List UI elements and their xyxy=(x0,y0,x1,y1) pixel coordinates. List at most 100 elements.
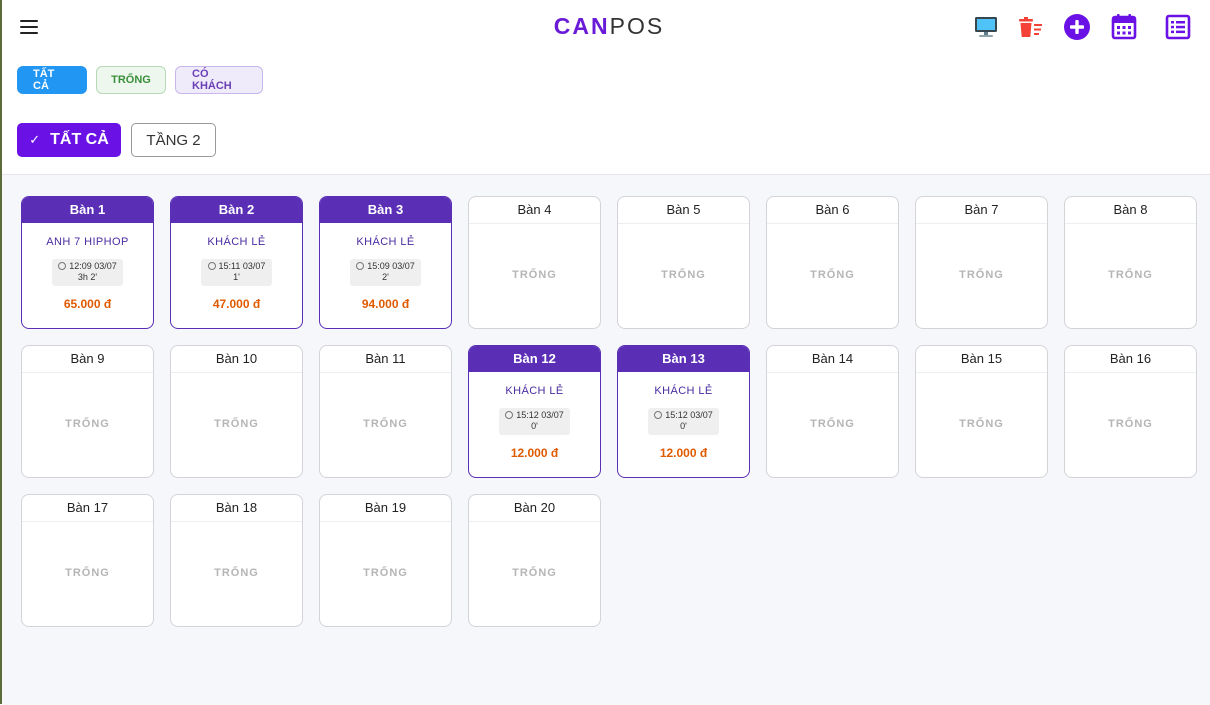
check-icon: ✓ xyxy=(29,132,41,147)
table-card[interactable]: Bàn 10 TRỐNG xyxy=(170,345,303,478)
empty-status: TRỐNG xyxy=(65,418,110,430)
check-in-time: 12:09 03/07 xyxy=(69,261,117,271)
floor-tab-all-label: TẤT CẢ xyxy=(50,131,109,148)
empty-status: TRỐNG xyxy=(512,567,557,579)
table-name: Bàn 16 xyxy=(1065,346,1196,373)
table-name: Bàn 19 xyxy=(320,495,451,522)
add-circle-icon[interactable] xyxy=(1062,12,1092,42)
empty-status: TRỐNG xyxy=(65,567,110,579)
guest-name: ANH 7 HIPHOP xyxy=(46,236,129,248)
list-icon[interactable] xyxy=(1163,12,1193,42)
table-card[interactable]: Bàn 1 ANH 7 HIPHOP 12:09 03/07 3h 2' 65.000 … xyxy=(21,196,154,329)
guest-name: KHÁCH LẺ xyxy=(505,385,564,397)
check-in-time: 15:11 03/07 xyxy=(218,261,266,271)
empty-status: TRỐNG xyxy=(214,418,259,430)
duration: 0' xyxy=(680,421,687,431)
table-name: Bàn 11 xyxy=(320,346,451,373)
empty-status: TRỐNG xyxy=(810,418,855,430)
table-name: Bàn 4 xyxy=(469,197,600,224)
empty-status: TRỐNG xyxy=(661,269,706,281)
table-amount: 47.000 đ xyxy=(212,297,261,311)
table-card[interactable]: Bàn 16 TRỐNG xyxy=(1064,345,1197,478)
time-badge: 12:09 03/07 3h 2' xyxy=(52,259,123,286)
table-amount: 94.000 đ xyxy=(361,297,410,311)
empty-status: TRỐNG xyxy=(214,567,259,579)
table-card[interactable]: Bàn 17 TRỐNG xyxy=(21,494,154,627)
table-card[interactable]: Bàn 11 TRỐNG xyxy=(319,345,452,478)
time-badge: 15:12 03/07 0' xyxy=(648,408,719,435)
clock-icon xyxy=(505,411,514,419)
table-card[interactable]: Bàn 13 KHÁCH LẺ 15:12 03/07 0' 12.000 đ xyxy=(617,345,750,478)
table-card[interactable]: Bàn 9 TRỐNG xyxy=(21,345,154,478)
table-name: Bàn 17 xyxy=(22,495,153,522)
app-header: CANPOS xyxy=(0,0,1210,54)
table-card[interactable]: Bàn 2 KHÁCH LẺ 15:11 03/07 1' 47.000 đ xyxy=(170,196,303,329)
clock-icon xyxy=(207,262,216,270)
empty-status: TRỐNG xyxy=(959,418,1004,430)
table-name: Bàn 14 xyxy=(767,346,898,373)
table-card[interactable]: Bàn 7 TRỐNG xyxy=(915,196,1048,329)
filter-occupied-button[interactable]: CÓ KHÁCH xyxy=(175,66,263,94)
table-name: Bàn 8 xyxy=(1065,197,1196,224)
logo-part-pos: POS xyxy=(609,13,665,39)
check-in-time: 15:09 03/07 xyxy=(367,261,415,271)
clock-icon xyxy=(654,411,663,419)
table-amount: 12.000 đ xyxy=(510,446,559,460)
empty-status: TRỐNG xyxy=(512,269,557,281)
duration: 2' xyxy=(382,272,389,282)
table-card[interactable]: Bàn 5 TRỐNG xyxy=(617,196,750,329)
table-name: Bàn 12 xyxy=(469,346,600,372)
duration: 0' xyxy=(531,421,538,431)
empty-status: TRỐNG xyxy=(810,269,855,281)
guest-name: KHÁCH LẺ xyxy=(356,236,415,248)
trash-list-icon[interactable] xyxy=(1015,12,1045,42)
table-name: Bàn 6 xyxy=(767,197,898,224)
time-badge: 15:11 03/07 1' xyxy=(201,259,272,286)
floor-tab-2[interactable]: TẦNG 2 xyxy=(131,123,216,157)
empty-status: TRỐNG xyxy=(1108,418,1153,430)
duration: 3h 2' xyxy=(77,272,98,282)
table-name: Bàn 7 xyxy=(916,197,1047,224)
time-badge: 15:09 03/07 2' xyxy=(350,259,421,286)
empty-status: TRỐNG xyxy=(959,269,1004,281)
empty-status: TRỐNG xyxy=(363,567,408,579)
table-name: Bàn 2 xyxy=(171,197,302,223)
check-in-time: 15:12 03/07 xyxy=(516,410,564,420)
table-name: Bàn 9 xyxy=(22,346,153,373)
table-card[interactable]: Bàn 3 KHÁCH LẺ 15:09 03/07 2' 94.000 đ xyxy=(319,196,452,329)
table-card[interactable]: Bàn 20 TRỐNG xyxy=(468,494,601,627)
status-filter-group: TẤT CẢ TRỐNG CÓ KHÁCH xyxy=(17,66,263,94)
table-amount: 65.000 đ xyxy=(63,297,112,311)
monitor-icon[interactable] xyxy=(971,12,1001,42)
tables-grid: Bàn 1 ANH 7 HIPHOP 12:09 03/07 3h 2' 65.000 … xyxy=(21,196,1197,627)
table-card[interactable]: Bàn 14 TRỐNG xyxy=(766,345,899,478)
guest-name: KHÁCH LẺ xyxy=(207,236,266,248)
filter-empty-button[interactable]: TRỐNG xyxy=(96,66,166,94)
table-card[interactable]: Bàn 4 TRỐNG xyxy=(468,196,601,329)
table-name: Bàn 13 xyxy=(618,346,749,372)
table-card[interactable]: Bàn 15 TRỐNG xyxy=(915,345,1048,478)
table-amount: 12.000 đ xyxy=(659,446,708,460)
table-card[interactable]: Bàn 6 TRỐNG xyxy=(766,196,899,329)
calendar-icon[interactable] xyxy=(1109,12,1139,42)
table-name: Bàn 10 xyxy=(171,346,302,373)
filter-all-button[interactable]: TẤT CẢ xyxy=(17,66,87,94)
floor-tab-all[interactable]: ✓ TẤT CẢ xyxy=(17,123,121,157)
table-name: Bàn 1 xyxy=(22,197,153,223)
clock-icon xyxy=(58,262,67,270)
table-name: Bàn 15 xyxy=(916,346,1047,373)
time-badge: 15:12 03/07 0' xyxy=(499,408,570,435)
table-card[interactable]: Bàn 18 TRỐNG xyxy=(170,494,303,627)
table-card[interactable]: Bàn 8 TRỐNG xyxy=(1064,196,1197,329)
table-name: Bàn 5 xyxy=(618,197,749,224)
guest-name: KHÁCH LẺ xyxy=(654,385,713,397)
empty-status: TRỐNG xyxy=(363,418,408,430)
duration: 1' xyxy=(233,272,240,282)
tables-area: Bàn 1 ANH 7 HIPHOP 12:09 03/07 3h 2' 65.000 … xyxy=(2,174,1210,705)
table-card[interactable]: Bàn 12 KHÁCH LẺ 15:12 03/07 0' 12.000 đ xyxy=(468,345,601,478)
floor-tabs: ✓ TẤT CẢ TẦNG 2 xyxy=(17,123,216,157)
table-card[interactable]: Bàn 19 TRỐNG xyxy=(319,494,452,627)
empty-status: TRỐNG xyxy=(1108,269,1153,281)
clock-icon xyxy=(356,262,365,270)
table-name: Bàn 18 xyxy=(171,495,302,522)
